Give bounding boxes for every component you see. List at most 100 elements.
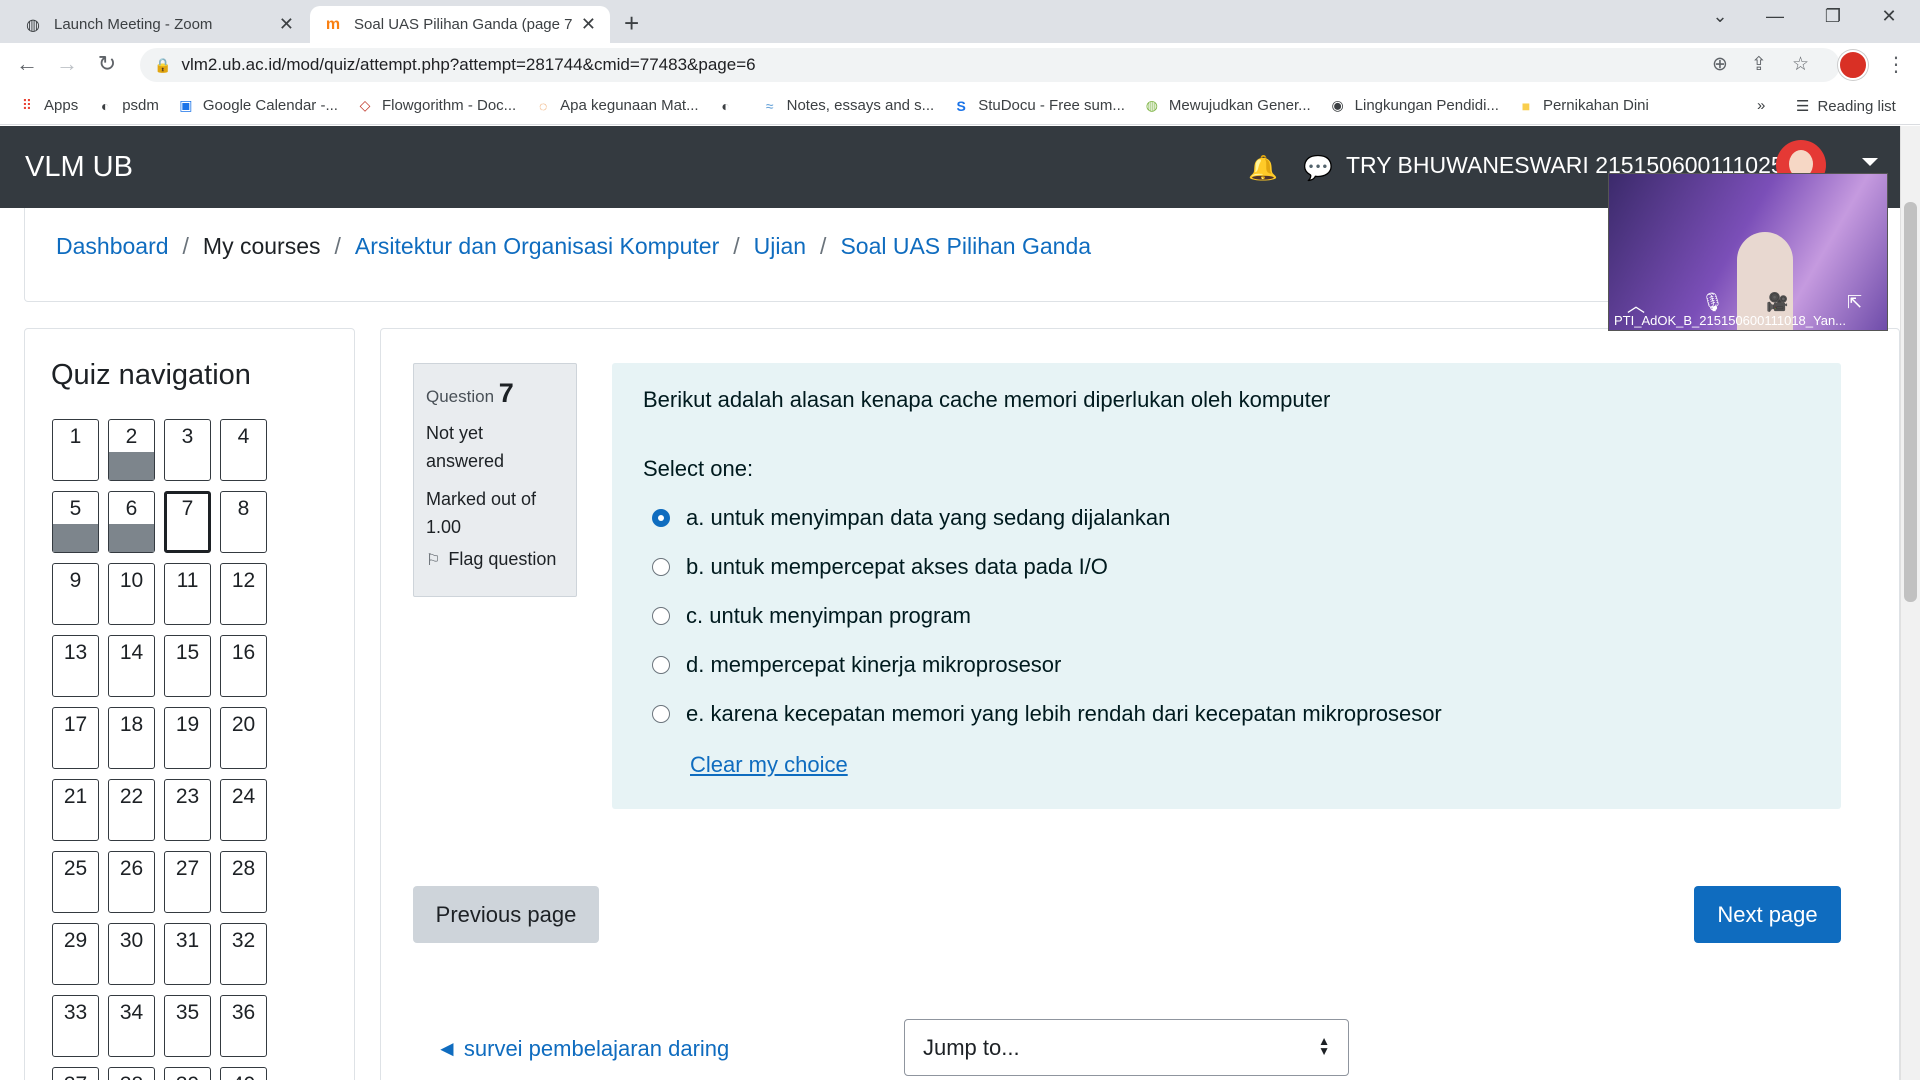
close-icon[interactable]: ✕ — [581, 14, 596, 35]
user-menu-caret-icon[interactable] — [1862, 158, 1878, 166]
restore-button[interactable]: ❐ — [1810, 6, 1856, 27]
answer-option[interactable]: d. mempercepat kinerja mikroprosesor — [652, 640, 1442, 689]
radio-button[interactable] — [652, 655, 670, 674]
bookmark-mewujudkan[interactable]: ◍ Mewujudkan Gener... — [1143, 97, 1311, 115]
messages-icon[interactable]: 💬 — [1303, 154, 1333, 183]
quiz-nav-button[interactable]: 31 — [164, 923, 211, 985]
answer-option[interactable]: a. untuk menyimpan data yang sedang dija… — [652, 493, 1442, 542]
notification-bell-icon[interactable]: 🔔 — [1248, 154, 1278, 182]
share-screen-icon[interactable]: ⇱ — [1847, 292, 1862, 313]
quiz-nav-button[interactable]: 36 — [220, 995, 267, 1057]
quiz-nav-button[interactable]: 13 — [52, 635, 99, 697]
profile-avatar[interactable] — [1838, 50, 1868, 80]
quiz-nav-button[interactable]: 16 — [220, 635, 267, 697]
new-tab-button[interactable]: + — [624, 8, 639, 39]
quiz-nav-button[interactable]: 3 — [164, 419, 211, 481]
quiz-nav-button[interactable]: 26 — [108, 851, 155, 913]
quiz-nav-button[interactable]: 28 — [220, 851, 267, 913]
quiz-nav-button[interactable]: 8 — [220, 491, 267, 553]
bookmark-notes[interactable]: ≈ Notes, essays and s... — [761, 97, 934, 115]
quiz-nav-button[interactable]: 25 — [52, 851, 99, 913]
back-button[interactable]: ← — [12, 51, 42, 77]
radio-button[interactable] — [652, 557, 670, 576]
more-bookmarks-button[interactable]: » — [1757, 97, 1765, 114]
quiz-nav-button[interactable]: 20 — [220, 707, 267, 769]
zoom-video-overlay[interactable]: ︿ 🎙 🎥 ⇱ PTI_AdOK_B_215150600111018_Yan..… — [1608, 173, 1888, 331]
close-icon[interactable]: ✕ — [279, 14, 294, 35]
quiz-nav-button[interactable]: 40 — [220, 1067, 267, 1080]
quiz-nav-button[interactable]: 17 — [52, 707, 99, 769]
page-scrollbar[interactable] — [1900, 126, 1920, 1080]
quiz-nav-button[interactable]: 23 — [164, 779, 211, 841]
bookmark-lingkungan[interactable]: ◉ Lingkungan Pendidi... — [1329, 97, 1499, 115]
mute-mic-icon[interactable]: 🎙 — [1701, 292, 1724, 313]
radio-button[interactable] — [652, 508, 670, 527]
quiz-nav-button[interactable]: 15 — [164, 635, 211, 697]
bookmark-star-icon[interactable]: ☆ — [1792, 53, 1809, 76]
quiz-nav-button[interactable]: 39 — [164, 1067, 211, 1080]
quiz-nav-button[interactable]: 22 — [108, 779, 155, 841]
bookmark-flowgorithm[interactable]: ◇ Flowgorithm - Doc... — [356, 97, 517, 115]
answer-option[interactable]: c. untuk menyimpan program — [652, 591, 1442, 640]
answer-option[interactable]: b. untuk mempercepat akses data pada I/O — [652, 542, 1442, 591]
menu-icon[interactable]: ⋮ — [1886, 52, 1906, 77]
breadcrumb-quiz[interactable]: Soal UAS Pilihan Ganda — [840, 233, 1091, 260]
quiz-nav-button[interactable]: 30 — [108, 923, 155, 985]
quiz-nav-button[interactable]: 7 — [164, 491, 211, 553]
bookmark-studocu[interactable]: S StuDocu - Free sum... — [952, 97, 1125, 115]
previous-activity-link[interactable]: ◄ survei pembelajaran daring — [436, 1036, 729, 1062]
scrollbar-thumb[interactable] — [1904, 202, 1917, 602]
radio-button[interactable] — [652, 606, 670, 625]
quiz-nav-button[interactable]: 32 — [220, 923, 267, 985]
quiz-nav-button[interactable]: 37 — [52, 1067, 99, 1080]
previous-page-button[interactable]: Previous page — [413, 886, 599, 943]
quiz-nav-button[interactable]: 35 — [164, 995, 211, 1057]
zoom-lens-icon[interactable]: ⊕ — [1712, 53, 1728, 76]
tab-zoom[interactable]: ◍ Launch Meeting - Zoom ✕ — [10, 6, 308, 43]
clear-choice-link[interactable]: Clear my choice — [690, 752, 848, 778]
reading-list-button[interactable]: ☰ Reading list — [1796, 97, 1896, 116]
quiz-nav-button[interactable]: 18 — [108, 707, 155, 769]
bookmark-google-calendar[interactable]: ▣ Google Calendar -... — [177, 97, 338, 115]
bookmark-apa-kegunaan[interactable]: ◌ Apa kegunaan Mat... — [534, 97, 699, 115]
quiz-nav-button[interactable]: 1 — [52, 419, 99, 481]
site-brand[interactable]: VLM UB — [25, 151, 133, 184]
close-window-button[interactable]: ✕ — [1866, 6, 1912, 27]
quiz-nav-button[interactable]: 9 — [52, 563, 99, 625]
url-field[interactable]: 🔒 vlm2.ub.ac.id/mod/quiz/attempt.php?att… — [140, 48, 1840, 82]
quiz-nav-button[interactable]: 6 — [108, 491, 155, 553]
tab-quiz[interactable]: m Soal UAS Pilihan Ganda (page 7 c ✕ — [310, 6, 610, 43]
breadcrumb-course[interactable]: Arsitektur dan Organisasi Komputer — [355, 233, 719, 260]
breadcrumb-section[interactable]: Ujian — [754, 233, 806, 260]
bookmark-psdm[interactable]: ◐ psdm — [96, 97, 159, 115]
breadcrumb-dashboard[interactable]: Dashboard — [56, 233, 169, 260]
quiz-nav-button[interactable]: 12 — [220, 563, 267, 625]
quiz-nav-button[interactable]: 24 — [220, 779, 267, 841]
minimize-button[interactable]: — — [1752, 6, 1798, 27]
quiz-nav-button[interactable]: 21 — [52, 779, 99, 841]
reload-button[interactable]: ↻ — [92, 51, 122, 77]
quiz-nav-button[interactable]: 33 — [52, 995, 99, 1057]
bookmark-globe[interactable]: ◐ — [717, 97, 743, 115]
answer-option[interactable]: e. karena kecepatan memori yang lebih re… — [652, 689, 1442, 738]
quiz-nav-button[interactable]: 27 — [164, 851, 211, 913]
flag-question-button[interactable]: ⚐ Flag question — [426, 549, 564, 570]
quiz-nav-button[interactable]: 4 — [220, 419, 267, 481]
quiz-nav-button[interactable]: 34 — [108, 995, 155, 1057]
quiz-nav-button[interactable]: 10 — [108, 563, 155, 625]
bookmark-pernikahan[interactable]: ■ Pernikahan Dini — [1517, 97, 1649, 115]
share-icon[interactable]: ⇪ — [1751, 53, 1767, 76]
quiz-nav-button[interactable]: 5 — [52, 491, 99, 553]
jump-to-select[interactable]: Jump to... ▲ ▼ — [904, 1019, 1349, 1076]
radio-button[interactable] — [652, 704, 670, 723]
quiz-nav-button[interactable]: 29 — [52, 923, 99, 985]
quiz-nav-button[interactable]: 14 — [108, 635, 155, 697]
tab-search-icon[interactable]: ⌄ — [1697, 6, 1743, 27]
quiz-nav-button[interactable]: 11 — [164, 563, 211, 625]
quiz-nav-button[interactable]: 2 — [108, 419, 155, 481]
forward-button[interactable]: → — [52, 51, 82, 77]
quiz-nav-button[interactable]: 38 — [108, 1067, 155, 1080]
quiz-nav-button[interactable]: 19 — [164, 707, 211, 769]
bookmark-apps[interactable]: ⠿ Apps — [18, 97, 78, 115]
next-page-button[interactable]: Next page — [1694, 886, 1841, 943]
